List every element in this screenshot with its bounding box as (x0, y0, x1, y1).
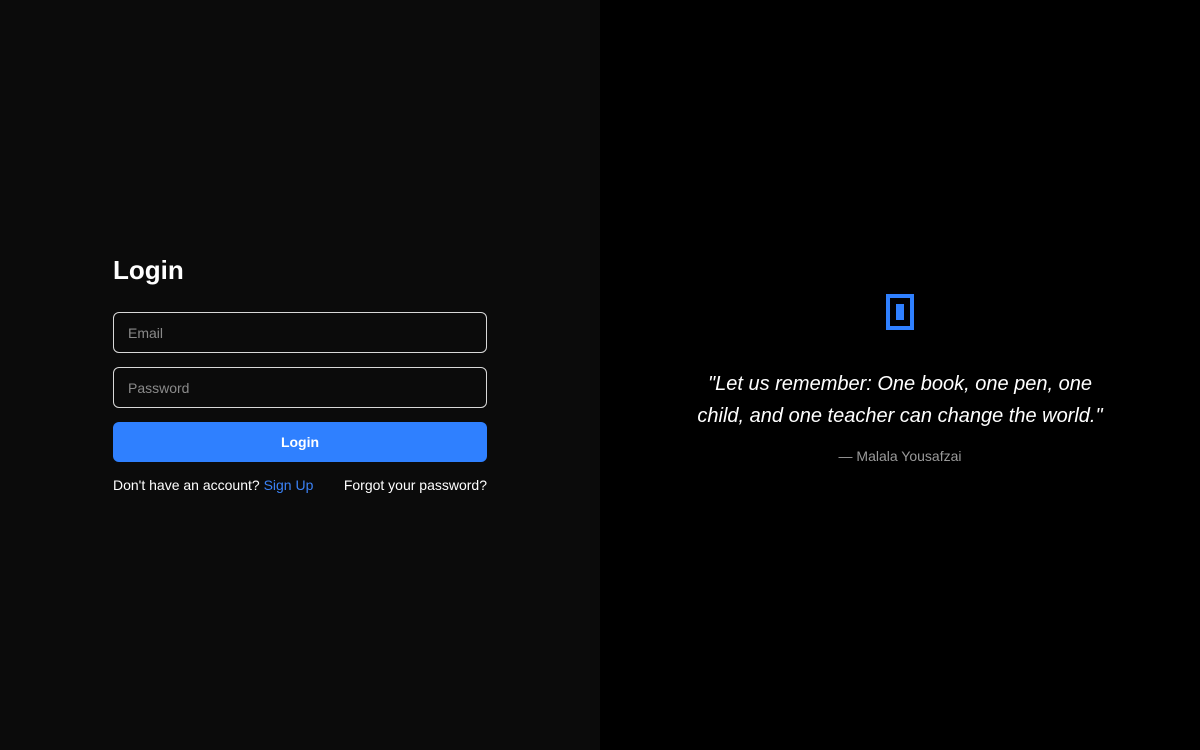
quote-author: — Malala Yousafzai (838, 448, 962, 464)
forgot-password-link[interactable]: Forgot your password? (344, 476, 487, 494)
bookmark-logo-icon (886, 294, 914, 330)
quote-panel: "Let us remember: One book, one pen, one… (600, 0, 1200, 750)
login-panel: Login Login Don't have an account? Sign … (0, 0, 600, 750)
signup-prompt: Don't have an account? Sign Up (113, 476, 313, 494)
login-form: Login Login Don't have an account? Sign … (113, 254, 487, 494)
password-input[interactable] (113, 367, 487, 408)
logo-inner-bar (896, 304, 904, 320)
quote-text: "Let us remember: One book, one pen, one… (697, 373, 1103, 427)
login-title: Login (113, 255, 184, 285)
signup-link[interactable]: Sign Up (264, 477, 314, 493)
email-input[interactable] (113, 312, 487, 353)
form-footer: Don't have an account? Sign Up Forgot yo… (113, 476, 487, 494)
login-button[interactable]: Login (113, 422, 487, 462)
page: Login Login Don't have an account? Sign … (0, 0, 1200, 750)
quote-block: "Let us remember: One book, one pen, one… (600, 294, 1200, 465)
no-account-text: Don't have an account? (113, 477, 260, 493)
